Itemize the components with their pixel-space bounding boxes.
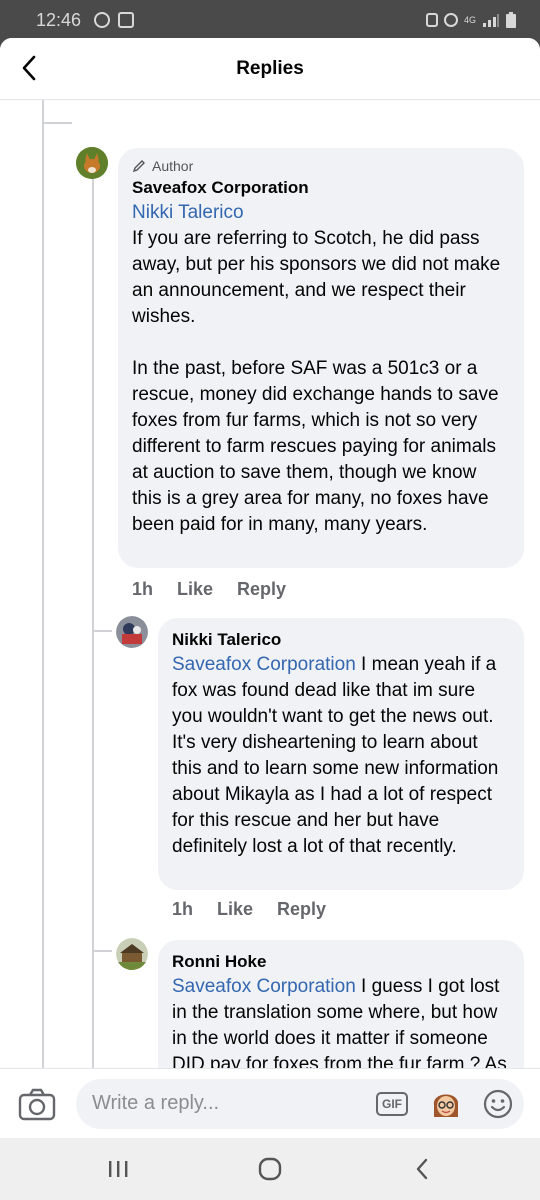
avatar[interactable] — [116, 938, 148, 970]
pencil-icon — [132, 160, 145, 173]
reply-thread[interactable]: Author Saveafox Corporation Nikki Taleri… — [0, 100, 540, 1068]
alarm-icon — [443, 13, 458, 27]
home-button[interactable] — [250, 1154, 290, 1184]
avatar-sticker-icon — [433, 1094, 459, 1117]
avatar[interactable] — [116, 616, 148, 648]
avatar-sticker-button[interactable] — [430, 1087, 462, 1126]
comment-timestamp: 1h — [132, 579, 154, 599]
like-button[interactable]: Like — [217, 899, 253, 920]
emoji-icon — [483, 1089, 513, 1119]
comment-bubble[interactable]: Ronni Hoke Saveafox Corporation I guess … — [158, 940, 524, 1068]
reply-composer: Write a reply... GIF — [0, 1068, 540, 1138]
camera-button[interactable] — [18, 1087, 56, 1126]
mention-link[interactable]: Nikki Talerico — [132, 200, 510, 226]
reply-button[interactable]: Reply — [277, 899, 326, 920]
recents-icon — [109, 1161, 128, 1177]
thread-line — [42, 122, 72, 124]
comment-bubble[interactable]: Nikki Talerico Saveafox Corporation I me… — [158, 618, 524, 890]
page-title: Replies — [236, 58, 304, 79]
commenter-name[interactable]: Ronni Hoke — [172, 950, 510, 974]
header: Replies — [0, 38, 540, 100]
navigation-bar — [0, 1138, 540, 1200]
commenter-name[interactable]: Saveafox Corporation — [132, 176, 510, 200]
mention-link[interactable]: Saveafox Corporation — [172, 654, 356, 675]
comment-text: Saveafox Corporation I guess I got lost … — [172, 976, 507, 1068]
instagram-notification-icon — [94, 12, 110, 28]
gallery-notification-icon — [118, 12, 134, 28]
mention-link[interactable]: Saveafox Corporation — [172, 976, 356, 997]
fox-avatar-icon — [76, 147, 108, 179]
author-badge-label: Author — [152, 158, 194, 174]
commenter-name[interactable]: Nikki Talerico — [172, 628, 510, 652]
network-type: 4G — [463, 15, 476, 25]
status-time: 12:46 — [36, 10, 82, 30]
user-avatar-icon — [116, 616, 148, 648]
comment-actions: 1h Like Reply — [172, 899, 326, 920]
reply-input[interactable]: Write a reply... GIF — [76, 1079, 524, 1129]
signal-icon — [483, 14, 499, 27]
comment-text: If you are referring to Scotch, he did p… — [132, 228, 501, 535]
battery-icon — [506, 12, 516, 28]
comment-bubble[interactable]: Author Saveafox Corporation Nikki Taleri… — [118, 148, 524, 568]
emoji-button[interactable] — [482, 1088, 514, 1125]
comment-actions: 1h Like Reply — [132, 579, 286, 600]
lock-icon — [425, 13, 438, 27]
user-avatar-icon — [116, 938, 148, 970]
gif-icon[interactable]: GIF — [376, 1092, 408, 1116]
camera-icon — [18, 1088, 56, 1121]
thread-line — [42, 100, 44, 1068]
like-button[interactable]: Like — [177, 579, 213, 600]
home-icon — [258, 1157, 282, 1181]
author-badge: Author — [132, 158, 510, 174]
status-bar: 12:46 4G — [0, 0, 540, 40]
reply-placeholder: Write a reply... — [92, 1092, 220, 1114]
comment-timestamp: 1h — [172, 899, 194, 919]
thread-line — [92, 630, 112, 632]
comment-text: Saveafox Corporation I mean yeah if a fo… — [172, 654, 499, 857]
thread-line — [92, 950, 112, 952]
recents-button[interactable] — [98, 1154, 138, 1184]
nav-back-button[interactable] — [402, 1154, 442, 1184]
nav-back-icon — [416, 1158, 428, 1180]
avatar[interactable] — [76, 147, 108, 179]
thread-line — [92, 156, 94, 1068]
reply-button[interactable]: Reply — [237, 579, 286, 600]
replies-sheet: Replies Author Saveafox Corporation Nikk… — [0, 38, 540, 1138]
